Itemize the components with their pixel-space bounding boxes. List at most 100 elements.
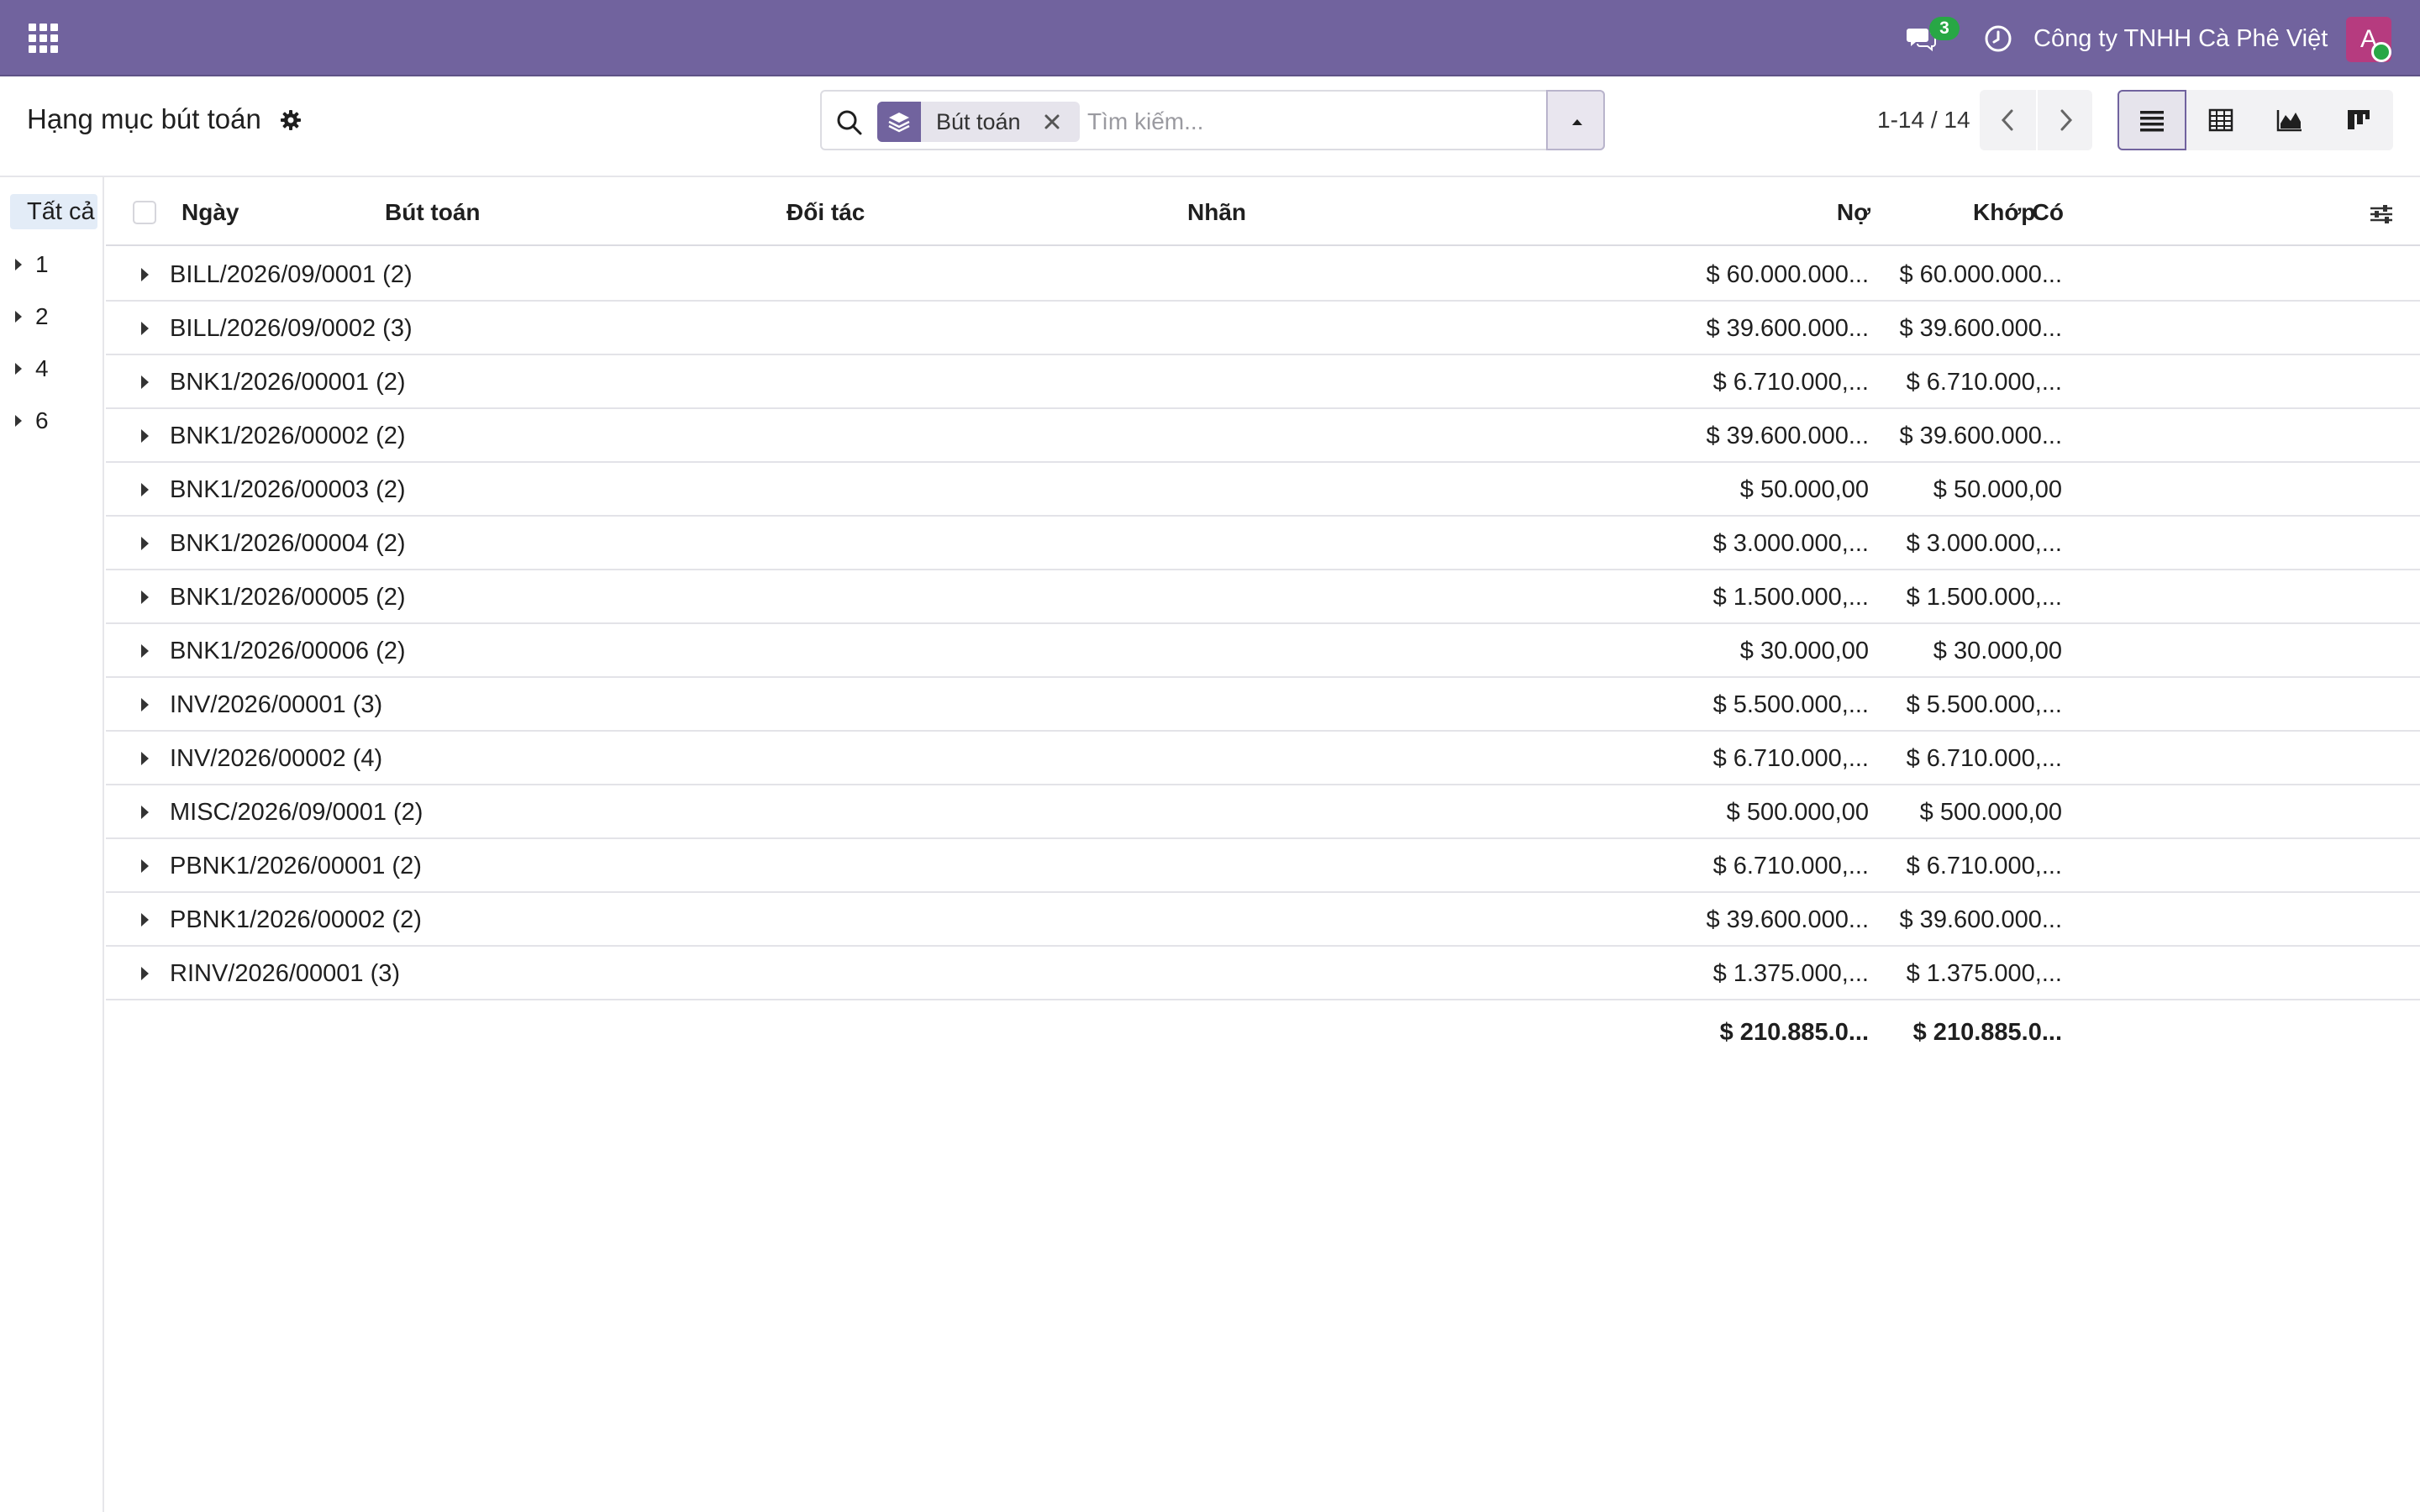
group-name: PBNK1/2026/00001 (2) — [170, 853, 422, 879]
page-title: Hạng mục bút toán — [27, 103, 261, 134]
group-credit: $ 60.000.000... — [1899, 261, 2063, 288]
table-group-row[interactable]: RINV/2026/00001 (3) $ 1.375.000,... $ 1.37… — [106, 947, 2420, 1000]
area-chart-icon — [2276, 110, 2302, 132]
caret-up-icon — [1572, 119, 1582, 125]
graph-view-button[interactable] — [2255, 90, 2324, 150]
table-group-row[interactable]: BILL/2026/09/0002 (3) $ 39.600.000... $ 39… — [106, 302, 2420, 355]
side-item-label: 4 — [35, 355, 49, 381]
caret-right-icon — [15, 311, 22, 323]
group-credit: $ 39.600.000... — [1899, 423, 2063, 449]
table-group-row[interactable]: BNK1/2026/00006 (2) $ 30.000,00 $ 30.000,0… — [106, 624, 2420, 678]
caret-right-icon — [141, 967, 149, 980]
caret-right-icon — [141, 752, 149, 765]
group-name: BNK1/2026/00006 (2) — [170, 638, 406, 664]
close-icon[interactable] — [1039, 109, 1065, 134]
pager-next-button[interactable] — [2036, 90, 2092, 150]
group-credit: $ 1.375.000,... — [1906, 960, 2062, 987]
table-group-row[interactable]: BNK1/2026/00003 (2) $ 50.000,00 $ 50.000,0… — [106, 463, 2420, 517]
caret-right-icon — [141, 375, 149, 389]
pager-value[interactable]: 1-14 / 14 — [1877, 105, 1970, 135]
group-debit: $ 6.710.000,... — [1712, 369, 1869, 396]
activity-clock-icon[interactable] — [1983, 24, 2013, 54]
column-header-label[interactable]: Nhãn — [1187, 196, 1246, 229]
search-input[interactable] — [1087, 105, 1524, 139]
chevron-left-icon — [2001, 109, 2012, 131]
group-name: PBNK1/2026/00002 (2) — [170, 906, 422, 933]
optional-columns-icon[interactable] — [2368, 201, 2395, 228]
pager-previous-button[interactable] — [1980, 90, 2036, 150]
company-switcher[interactable]: Công ty TNHH Cà Phê Việt — [2033, 24, 2328, 54]
group-name: INV/2026/00001 (3) — [170, 691, 383, 718]
column-header-debit[interactable]: Nợ — [1761, 196, 1870, 229]
group-debit: $ 39.600.000... — [1706, 315, 1870, 342]
caret-right-icon — [141, 644, 149, 658]
select-all-checkbox[interactable] — [133, 201, 156, 224]
caret-right-icon — [141, 806, 149, 819]
group-debit: $ 500.000,00 — [1726, 799, 1869, 826]
table-group-row[interactable]: BNK1/2026/00002 (2) $ 39.600.000... $ 39.6… — [106, 409, 2420, 463]
journal-items-table: Ngày Bút toán Đối tác Nhãn Nợ Có Khớp BI… — [106, 177, 2420, 1512]
column-header-move[interactable]: Bút toán — [385, 196, 481, 229]
group-debit: $ 39.600.000... — [1706, 423, 1870, 449]
column-header-partner[interactable]: Đối tác — [786, 196, 865, 229]
list-icon — [2140, 111, 2164, 132]
group-name: BILL/2026/09/0002 (3) — [170, 315, 413, 342]
control-panel: Hạng mục bút toán Bút toán Tìm kiếm... 1… — [0, 78, 2420, 177]
group-name: BNK1/2026/00003 (2) — [170, 476, 406, 503]
group-name: INV/2026/00002 (4) — [170, 745, 383, 772]
caret-right-icon — [141, 322, 149, 335]
top-navbar: 3 Công ty TNHH Cà Phê Việt A — [0, 0, 2420, 76]
table-header: Ngày Bút toán Đối tác Nhãn Nợ Có Khớp — [106, 177, 2420, 246]
table-group-row[interactable]: BNK1/2026/00005 (2) $ 1.500.000,... $ 1.50… — [106, 570, 2420, 624]
table-icon — [2208, 108, 2233, 132]
group-credit: $ 6.710.000,... — [1906, 745, 2062, 772]
table-group-row[interactable]: PBNK1/2026/00001 (2) $ 6.710.000,... $ 6.7… — [106, 839, 2420, 893]
group-credit: $ 30.000,00 — [1933, 638, 2062, 664]
side-item-1[interactable]: 1 — [15, 248, 49, 281]
total-debit: $ 210.885.0... — [1719, 1019, 1869, 1046]
group-debit: $ 50.000,00 — [1739, 476, 1869, 503]
side-item-2[interactable]: 2 — [15, 300, 49, 333]
side-panel: Tất cả 1 2 4 6 — [0, 177, 104, 1512]
caret-right-icon — [141, 429, 149, 443]
column-header-matching[interactable]: Khớp — [1973, 196, 2035, 229]
table-group-row[interactable]: BILL/2026/09/0001 (2) $ 60.000.000... $ 60… — [106, 248, 2420, 302]
search-options-toggle[interactable] — [1546, 90, 1605, 150]
caret-right-icon — [15, 363, 22, 375]
search-icon[interactable] — [835, 108, 864, 137]
side-item-4[interactable]: 4 — [15, 352, 49, 386]
group-credit: $ 39.600.000... — [1899, 315, 2063, 342]
column-header-date[interactable]: Ngày — [182, 196, 239, 229]
group-credit: $ 3.000.000,... — [1906, 530, 2062, 557]
group-credit: $ 39.600.000... — [1899, 906, 2063, 933]
list-view-button[interactable] — [2118, 90, 2186, 150]
group-debit: $ 39.600.000... — [1706, 906, 1870, 933]
side-item-all[interactable]: Tất cả — [10, 194, 97, 229]
group-debit: $ 5.500.000,... — [1712, 691, 1869, 718]
gear-icon[interactable] — [279, 108, 302, 132]
group-name: BILL/2026/09/0001 (2) — [170, 261, 413, 288]
pivot-view-button[interactable] — [2186, 90, 2255, 150]
chat-count-badge: 3 — [1929, 17, 1960, 40]
group-credit: $ 6.710.000,... — [1906, 369, 2062, 396]
search-bar: Bút toán — [820, 90, 1605, 150]
table-group-row[interactable]: BNK1/2026/00004 (2) $ 3.000.000,... $ 3.00… — [106, 517, 2420, 570]
group-name: BNK1/2026/00004 (2) — [170, 530, 406, 557]
table-group-row[interactable]: MISC/2026/09/0001 (2) $ 500.000,00 $ 500.0… — [106, 785, 2420, 839]
view-switcher — [2118, 90, 2393, 150]
table-group-row[interactable]: INV/2026/00002 (4) $ 6.710.000,... $ 6.710… — [106, 732, 2420, 785]
group-credit: $ 500.000,00 — [1919, 799, 2062, 826]
table-group-row[interactable]: BNK1/2026/00001 (2) $ 6.710.000,... $ 6.71… — [106, 355, 2420, 409]
pager-buttons — [1980, 90, 2092, 150]
side-item-6[interactable]: 6 — [15, 404, 49, 438]
caret-right-icon — [15, 259, 22, 270]
group-name: MISC/2026/09/0001 (2) — [170, 799, 424, 826]
facet-label: Bút toán — [936, 108, 1021, 134]
side-item-label: 6 — [35, 407, 49, 433]
group-debit: $ 6.710.000,... — [1712, 745, 1869, 772]
apps-menu-icon[interactable] — [29, 24, 59, 54]
table-group-row[interactable]: INV/2026/00001 (3) $ 5.500.000,... $ 5.500… — [106, 678, 2420, 732]
table-group-row[interactable]: PBNK1/2026/00002 (2) $ 39.600.000... $ 39.… — [106, 893, 2420, 947]
kanban-view-button[interactable] — [2324, 90, 2393, 150]
group-debit: $ 60.000.000... — [1706, 261, 1870, 288]
